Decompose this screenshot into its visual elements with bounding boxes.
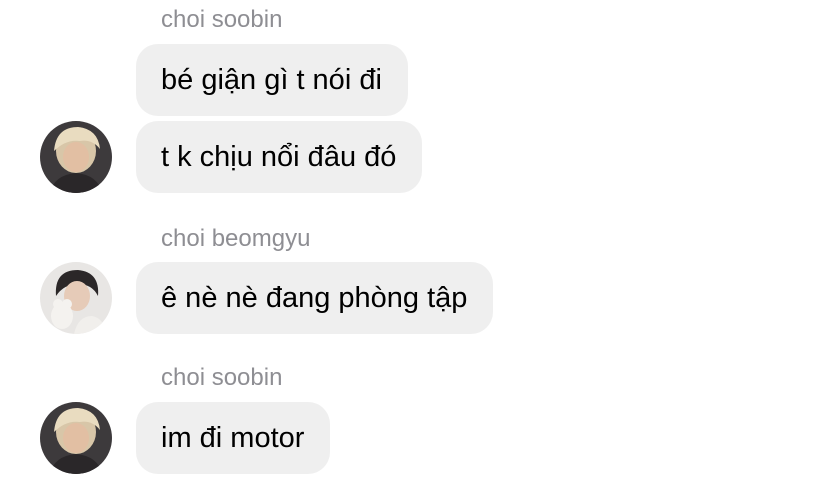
message-bubble[interactable]: bé giận gì t nói đi (136, 44, 408, 116)
beomgyu-avatar[interactable] (40, 262, 112, 334)
sender-name: choi beomgyu (161, 225, 311, 252)
message-bubble[interactable]: ê nè nè đang phòng tập (136, 262, 494, 334)
message-bubble[interactable]: im đi motor (136, 402, 331, 474)
soobin-avatar[interactable] (40, 402, 112, 474)
soobin-avatar[interactable] (40, 121, 112, 193)
sender-name: choi soobin (161, 6, 283, 33)
sender-name: choi soobin (161, 364, 283, 391)
message-bubble[interactable]: t k chịu nổi đâu đó (136, 121, 423, 193)
